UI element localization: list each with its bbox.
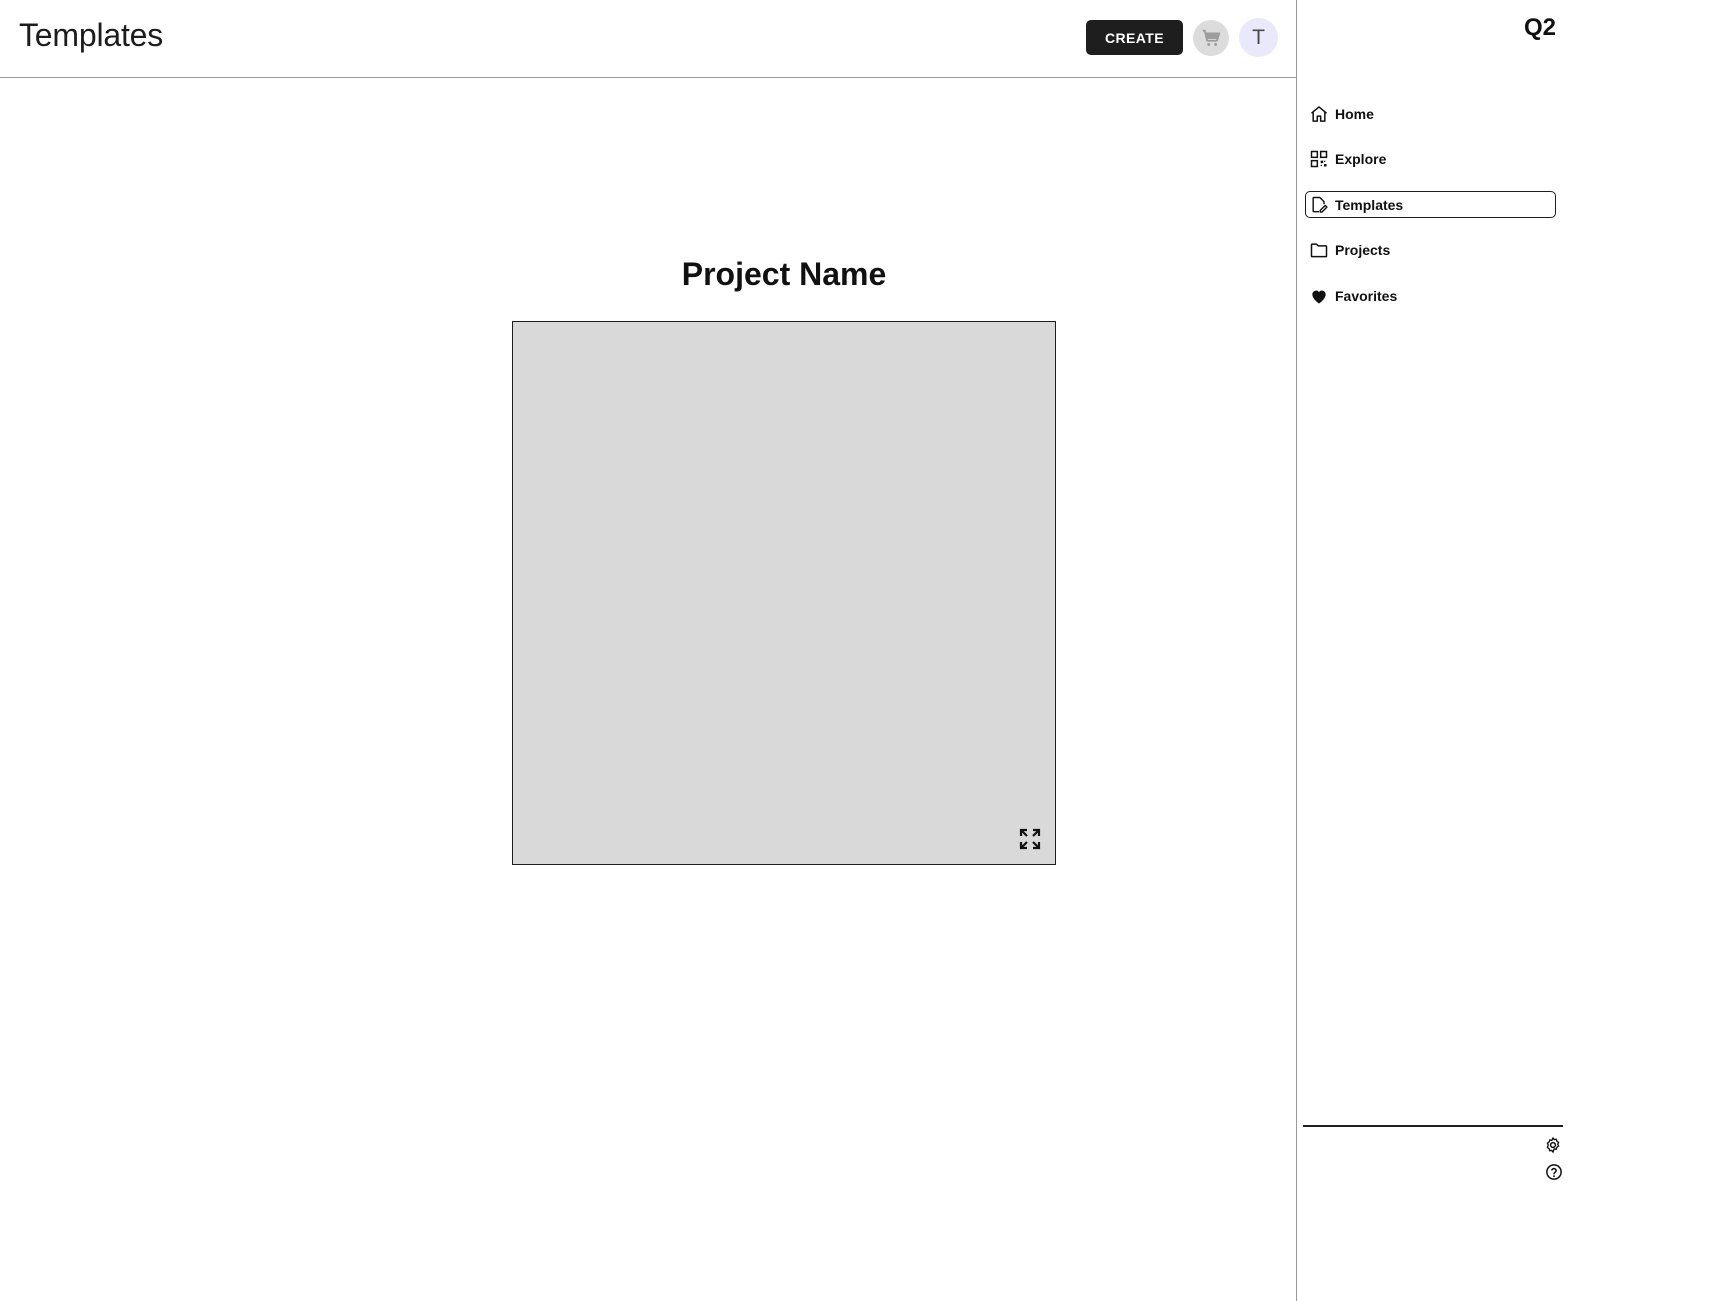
- sidebar-item-home[interactable]: Home: [1305, 100, 1556, 127]
- sidebar-item-templates[interactable]: Templates: [1305, 191, 1556, 218]
- page-title: Templates: [19, 17, 164, 53]
- edit-file-icon: [1309, 195, 1329, 215]
- sidebar-item-explore[interactable]: Explore: [1305, 145, 1556, 172]
- sidebar-divider: [1303, 1125, 1563, 1127]
- expand-icon: [1019, 828, 1041, 850]
- right-sidebar: Q2 Home Explore Templates Projects Favor…: [1296, 0, 1728, 1301]
- app-logo[interactable]: Q2: [1524, 14, 1556, 42]
- sidebar-item-label: Templates: [1335, 196, 1404, 213]
- heart-icon: [1309, 286, 1329, 306]
- grid-icon: [1309, 149, 1329, 169]
- fullscreen-button[interactable]: [1017, 826, 1043, 852]
- folder-icon: [1309, 240, 1329, 260]
- sidebar-item-favorites[interactable]: Favorites: [1305, 282, 1556, 309]
- cart-button[interactable]: [1193, 20, 1229, 56]
- sidebar-item-label: Favorites: [1335, 287, 1398, 304]
- template-preview[interactable]: [512, 321, 1056, 865]
- user-avatar[interactable]: T: [1239, 18, 1278, 57]
- home-icon: [1309, 104, 1329, 124]
- gear-icon[interactable]: [1544, 1136, 1562, 1154]
- sidebar-item-label: Explore: [1335, 150, 1387, 167]
- help-icon[interactable]: [1545, 1163, 1563, 1181]
- top-header: Templates CREATE T: [0, 0, 1296, 78]
- sidebar-item-label: Home: [1335, 105, 1374, 122]
- sidebar-item-label: Projects: [1335, 241, 1391, 258]
- sidebar-item-projects[interactable]: Projects: [1305, 236, 1556, 263]
- cart-icon: [1202, 29, 1221, 46]
- create-button[interactable]: CREATE: [1086, 20, 1183, 55]
